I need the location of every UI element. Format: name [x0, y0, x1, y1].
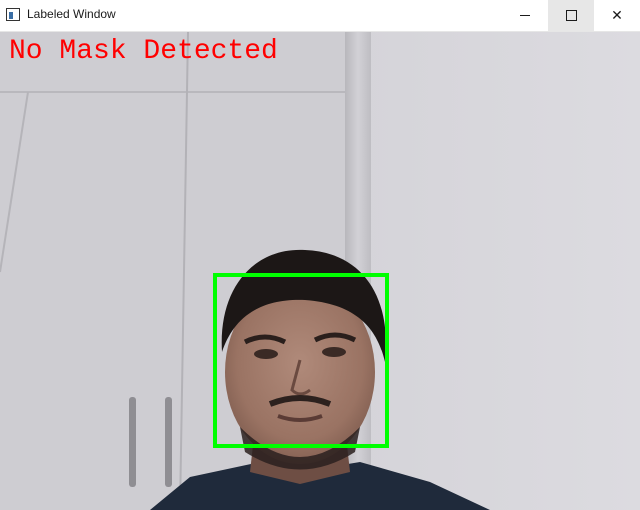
maximize-icon [565, 10, 577, 21]
app-icon [6, 8, 20, 21]
face-bounding-box [213, 273, 389, 448]
maximize-button[interactable] [548, 0, 594, 31]
close-icon: ✕ [611, 7, 623, 24]
window-title: Labeled Window [27, 7, 116, 21]
minimize-icon [520, 15, 530, 16]
title-bar[interactable]: Labeled Window ✕ [0, 0, 640, 32]
mask-detection-label: No Mask Detected [9, 36, 278, 67]
minimize-button[interactable] [502, 0, 548, 31]
close-button[interactable]: ✕ [594, 0, 640, 31]
opencv-window: Labeled Window ✕ No Mask Detected [0, 0, 640, 510]
